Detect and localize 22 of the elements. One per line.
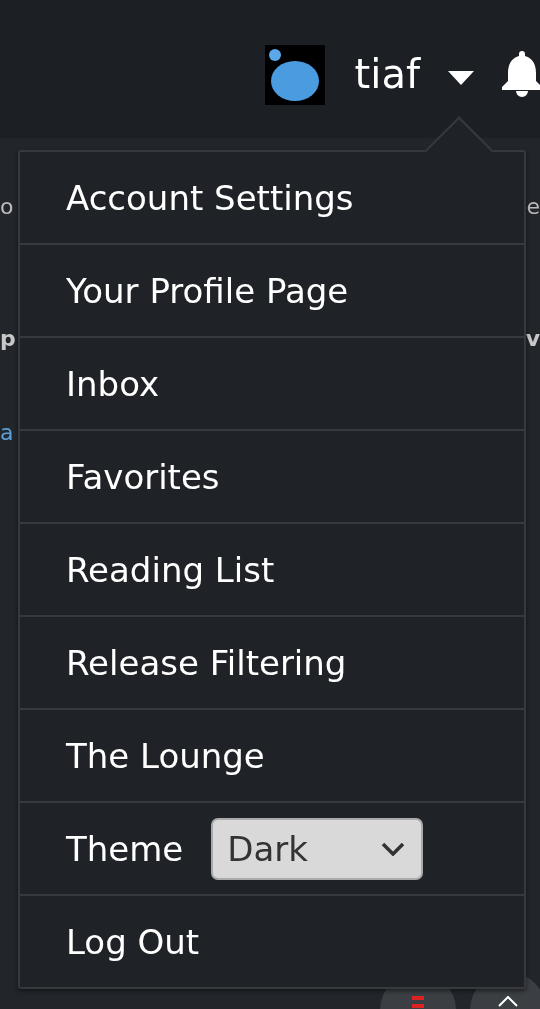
alert-icon — [412, 996, 424, 1008]
menu-item[interactable]: Log Out — [20, 896, 524, 987]
page-heading: p — [0, 325, 16, 351]
page-text: o — [0, 193, 14, 219]
chevron-down-icon — [381, 841, 406, 856]
menu-item[interactable]: Your Profile Page — [20, 245, 524, 338]
menu-item[interactable]: Account Settings — [20, 152, 524, 245]
page-link[interactable]: a — [0, 419, 14, 445]
menu-item[interactable]: Favorites — [20, 431, 524, 524]
theme-label: Theme — [66, 828, 184, 869]
username[interactable]: tiaf — [354, 51, 420, 97]
theme-select[interactable]: Dark — [211, 817, 424, 880]
bell-icon[interactable] — [502, 49, 540, 97]
avatar[interactable] — [264, 45, 325, 105]
page-heading: v — [525, 325, 540, 351]
menu-item[interactable]: Reading List — [20, 524, 524, 617]
caret-icon[interactable] — [448, 71, 474, 85]
page-text: e — [526, 193, 540, 219]
menu-item[interactable]: Release Filtering — [20, 617, 524, 710]
menu-item[interactable]: Inbox — [20, 338, 524, 431]
menu-item[interactable]: The Lounge — [20, 710, 524, 803]
chevron-up-icon — [498, 996, 518, 1007]
